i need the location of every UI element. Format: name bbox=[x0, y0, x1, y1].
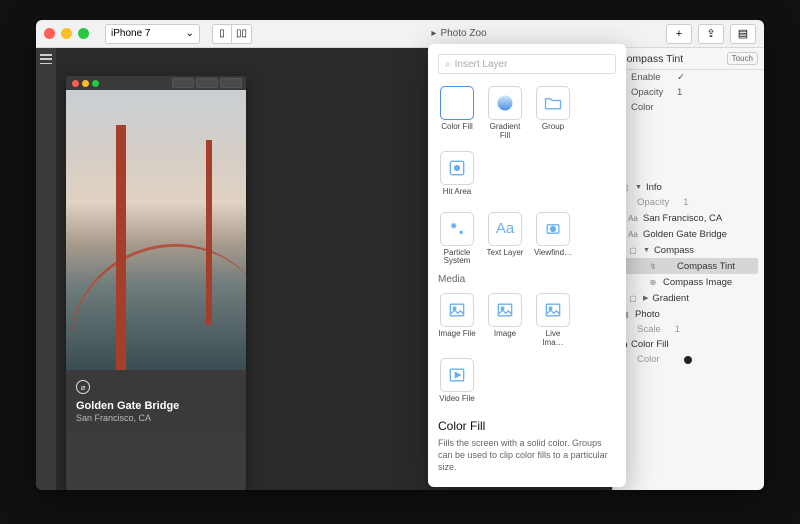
text-icon: Aa bbox=[627, 212, 639, 224]
device-select[interactable]: iPhone 7 ⌄ bbox=[105, 24, 200, 44]
prop-color: Color bbox=[613, 100, 764, 115]
gradient-icon: ▢ bbox=[627, 292, 639, 304]
cell-gradient-fill[interactable]: Gradient Fill bbox=[486, 86, 524, 141]
popover-desc-title: Color Fill bbox=[438, 419, 616, 433]
popover-desc-body: Fills the screen with a solid color. Gro… bbox=[438, 437, 616, 473]
photo-scale: Scale 1 bbox=[619, 322, 758, 337]
preview-ctrl[interactable] bbox=[172, 78, 194, 88]
document-title: ▸ Photo Zoo bbox=[258, 28, 660, 39]
device-preview: ⌀ Golden Gate Bridge San Francisco, CA bbox=[66, 76, 246, 490]
swatch-icon[interactable] bbox=[684, 356, 692, 364]
touch-badge[interactable]: Touch bbox=[727, 52, 758, 65]
live-image-icon bbox=[536, 293, 570, 327]
inspector-header: Compass Tint Touch bbox=[613, 48, 764, 70]
inspector-panel: Compass Tint Touch Enable ✓ Opacity 1 Co… bbox=[612, 48, 764, 490]
viewfinder-icon bbox=[536, 212, 570, 246]
prop-enable: Enable ✓ bbox=[613, 70, 764, 85]
cell-group[interactable]: Group bbox=[534, 86, 572, 141]
outline-compass[interactable]: ▢ ▼ Compass bbox=[619, 242, 758, 258]
outline-color-fill[interactable]: Color Fill bbox=[619, 337, 758, 352]
seg-single[interactable]: ▯ bbox=[212, 24, 232, 44]
image-file-icon bbox=[440, 293, 474, 327]
outline: ▢ ▼ Info Opacity 1 Aa San Francisco, CA … bbox=[613, 175, 764, 371]
doc-name: Photo Zoo bbox=[440, 28, 486, 39]
cell-particle[interactable]: Particle System bbox=[438, 212, 476, 267]
layer-grid-media: Image File Image Live Ima… Video File bbox=[438, 293, 616, 411]
preview-ctrl[interactable] bbox=[196, 78, 218, 88]
outline-photo[interactable]: ▦ Photo bbox=[619, 306, 758, 322]
window-minimize[interactable] bbox=[61, 28, 72, 39]
window-zoom[interactable] bbox=[78, 28, 89, 39]
gradient-icon bbox=[488, 86, 522, 120]
image-icon bbox=[488, 293, 522, 327]
seg-split[interactable]: ▯▯ bbox=[232, 24, 252, 44]
media-heading: Media bbox=[438, 274, 616, 285]
preview-toolbar bbox=[66, 76, 246, 90]
group-icon: ▢ bbox=[627, 244, 639, 256]
cell-text-layer[interactable]: Aa Text Layer bbox=[486, 212, 524, 267]
text-icon: Aa bbox=[627, 228, 639, 240]
info-opacity: Opacity 1 bbox=[619, 195, 758, 210]
insert-search[interactable]: ⌕ Insert Layer bbox=[438, 54, 616, 74]
app-window: iPhone 7 ⌄ ▯ ▯▯ ▸ Photo Zoo + ⇪ ▤ bbox=[36, 20, 764, 490]
search-icon: ⌕ bbox=[445, 59, 451, 70]
caption-title: Golden Gate Bridge bbox=[76, 400, 236, 412]
cell-image[interactable]: Image bbox=[486, 293, 524, 348]
layer-grid-1: Color Fill Gradient Fill Group Hit Area bbox=[438, 86, 616, 204]
device-label: iPhone 7 bbox=[111, 28, 150, 39]
layer-grid-2: Particle System Aa Text Layer Viewfind… bbox=[438, 212, 616, 267]
color-fill-color: Color bbox=[619, 352, 758, 367]
particle-icon bbox=[440, 212, 474, 246]
share-icon: ⇪ bbox=[706, 27, 715, 40]
window-close[interactable] bbox=[44, 28, 55, 39]
compass-icon: ⌀ bbox=[76, 380, 90, 394]
hitarea-icon bbox=[440, 151, 474, 185]
workarea: ⌀ Golden Gate Bridge San Francisco, CA C… bbox=[36, 48, 764, 490]
section-info[interactable]: ▢ ▼ Info bbox=[619, 179, 758, 195]
titlebar: iPhone 7 ⌄ ▯ ▯▯ ▸ Photo Zoo + ⇪ ▤ bbox=[36, 20, 764, 48]
value-opacity[interactable]: 1 bbox=[677, 87, 682, 98]
preview-dot bbox=[92, 80, 99, 87]
outline-sf[interactable]: Aa San Francisco, CA bbox=[619, 210, 758, 226]
inspector-toggle[interactable]: ▤ bbox=[730, 24, 756, 44]
chevron-updown-icon: ⌄ bbox=[186, 28, 194, 39]
tint-icon: ↯ bbox=[647, 260, 659, 272]
left-menubar bbox=[36, 48, 56, 490]
search-placeholder: Insert Layer bbox=[455, 59, 508, 70]
checkbox-enable[interactable]: ✓ bbox=[677, 72, 685, 83]
crumb-sep-icon: ▸ bbox=[431, 28, 436, 39]
video-icon bbox=[440, 358, 474, 392]
outline-gg[interactable]: Aa Golden Gate Bridge bbox=[619, 226, 758, 242]
hamburger-icon[interactable] bbox=[40, 54, 52, 64]
cell-hit-area[interactable]: Hit Area bbox=[438, 151, 476, 204]
share-button[interactable]: ⇪ bbox=[698, 24, 724, 44]
preview-caption: ⌀ Golden Gate Bridge San Francisco, CA bbox=[66, 370, 246, 433]
cell-live-image[interactable]: Live Ima… bbox=[534, 293, 572, 348]
image-icon: ⊕ bbox=[647, 276, 659, 288]
outline-compass-image[interactable]: ⊕ Compass Image bbox=[619, 274, 758, 290]
text-icon: Aa bbox=[488, 212, 522, 246]
cell-image-file[interactable]: Image File bbox=[438, 293, 476, 348]
add-layer-button[interactable]: + bbox=[666, 24, 692, 44]
caption-subtitle: San Francisco, CA bbox=[76, 413, 236, 423]
layout-seg: ▯ ▯▯ bbox=[212, 24, 252, 44]
preview-ctrl[interactable] bbox=[220, 78, 242, 88]
preview-image bbox=[66, 90, 246, 370]
cell-color-fill[interactable]: Color Fill bbox=[438, 86, 476, 141]
insert-layer-popover: ⌕ Insert Layer Color Fill Gradient Fill … bbox=[428, 44, 626, 487]
cell-video-file[interactable]: Video File bbox=[438, 358, 476, 411]
preview-dot bbox=[82, 80, 89, 87]
folder-icon bbox=[536, 86, 570, 120]
outline-compass-tint[interactable]: ↯ Compass Tint bbox=[619, 258, 758, 274]
color-fill-icon bbox=[440, 86, 474, 120]
preview-dot bbox=[72, 80, 79, 87]
panel-icon: ▤ bbox=[738, 27, 748, 40]
prop-opacity: Opacity 1 bbox=[613, 85, 764, 100]
inspector-title: Compass Tint bbox=[619, 53, 723, 65]
cell-viewfinder[interactable]: Viewfind… bbox=[534, 212, 572, 267]
outline-gradient[interactable]: ▢ ▶ Gradient bbox=[619, 290, 758, 306]
